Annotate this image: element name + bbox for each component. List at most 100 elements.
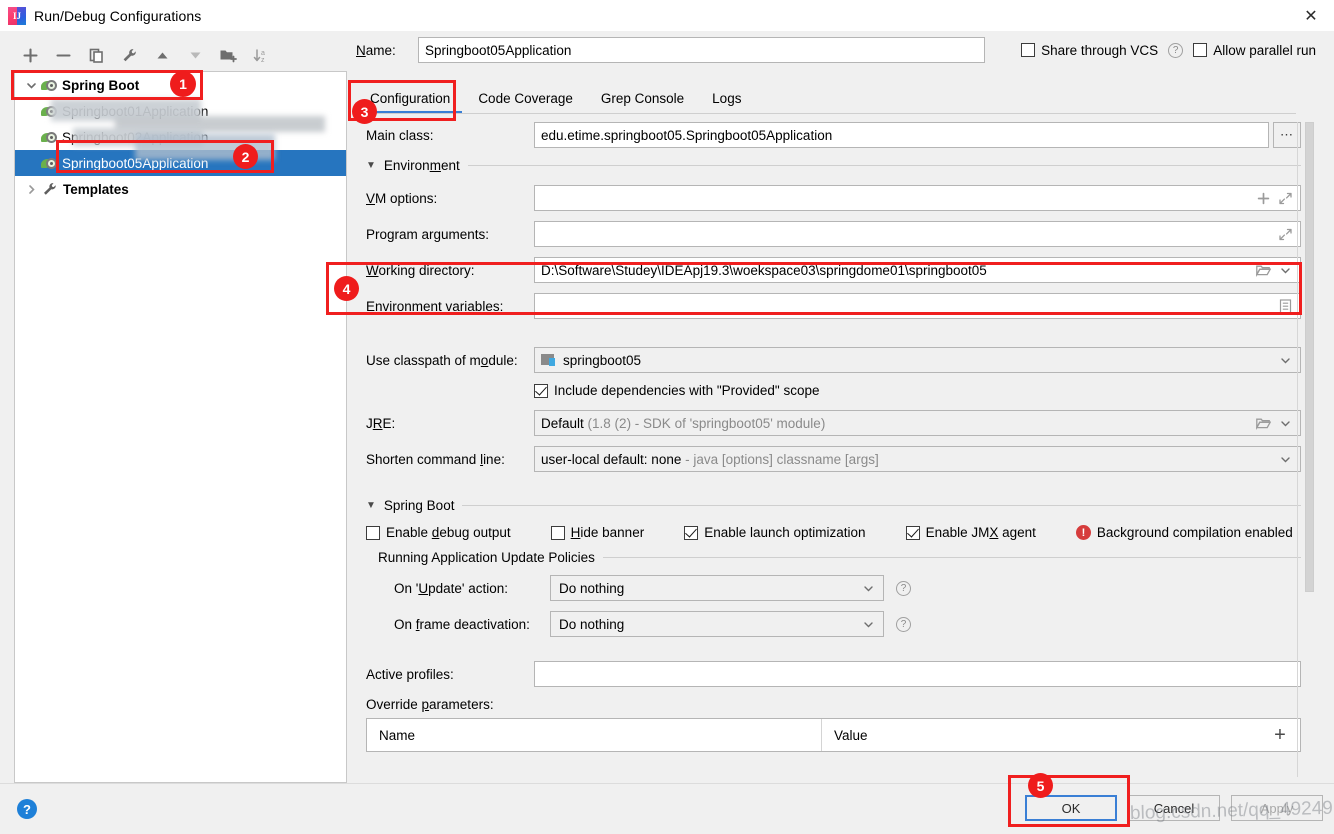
configurations-toolbar: a z	[14, 40, 344, 70]
svg-text:z: z	[261, 57, 265, 64]
name-input[interactable]: Springboot05Application	[418, 37, 985, 63]
copy-configuration-button[interactable]	[80, 41, 113, 69]
vm-options-input[interactable]	[534, 185, 1301, 211]
close-icon[interactable]: ✕	[1288, 0, 1334, 31]
allow-parallel-run-label: Allow parallel run	[1213, 42, 1316, 58]
hide-banner-checkbox[interactable]: Hide banner	[550, 525, 644, 540]
include-provided-checkbox[interactable]: Include dependencies with "Provided" sco…	[534, 383, 820, 398]
checkbox-box[interactable]	[1021, 43, 1036, 57]
tree-item-springboot02[interactable]: Springboot02Application	[15, 124, 346, 150]
tree-item-label: Templates	[63, 181, 129, 197]
section-divider	[467, 165, 1301, 166]
spring-boot-section-title: Spring Boot	[383, 498, 455, 513]
remove-configuration-button[interactable]	[47, 41, 80, 69]
working-directory-input[interactable]: D:\Software\Studey\IDEApj19.3\woekspace0…	[534, 257, 1301, 283]
folder-browse-icon[interactable]	[1252, 258, 1274, 282]
ok-button[interactable]: OK	[1025, 795, 1117, 821]
use-classpath-label: Use classpath of module:	[366, 352, 518, 368]
chevron-down-icon[interactable]	[21, 80, 41, 91]
move-down-button[interactable]	[179, 41, 212, 69]
shorten-command-line-combo[interactable]: user-local default: none - java [options…	[534, 446, 1301, 472]
override-col-header-value: Value	[834, 727, 868, 743]
active-profiles-input[interactable]	[534, 661, 1301, 687]
chevron-down-icon[interactable]	[857, 612, 879, 636]
enable-jmx-agent-label: Enable JMX agent	[925, 525, 1036, 540]
chevron-down-icon[interactable]	[1274, 447, 1296, 471]
checkbox-box[interactable]	[684, 525, 699, 540]
scrollbar-thumb[interactable]	[1305, 122, 1314, 592]
enable-jmx-agent-checkbox[interactable]: Enable JMX agent	[905, 525, 1036, 540]
edit-list-icon[interactable]	[1274, 294, 1296, 318]
tree-item-springboot05[interactable]: Springboot05Application	[15, 150, 346, 176]
chevron-right-icon[interactable]	[21, 184, 41, 195]
use-classpath-combo[interactable]: springboot05	[534, 347, 1301, 373]
expand-editor-icon[interactable]	[1274, 186, 1296, 210]
title-bar: IJ Run/Debug Configurations ✕	[0, 0, 1334, 31]
expand-editor-icon[interactable]	[1274, 222, 1296, 246]
enable-launch-optimization-checkbox[interactable]: Enable launch optimization	[684, 525, 866, 540]
environment-variables-input[interactable]	[534, 293, 1301, 319]
checkbox-box[interactable]	[550, 525, 565, 540]
working-directory-row: Working directory: D:\Software\Studey\ID…	[366, 257, 1301, 283]
new-folder-button[interactable]	[212, 41, 245, 69]
edit-templates-wrench-icon[interactable]	[113, 41, 146, 69]
environment-section-header[interactable]: ▼ Environment	[366, 158, 1301, 173]
configurations-tree[interactable]: Spring Boot Springboot01Application Spri…	[14, 71, 347, 783]
share-vcs-help-icon[interactable]: ?	[1168, 42, 1184, 58]
folder-browse-icon[interactable]	[1252, 411, 1274, 435]
allow-parallel-run-checkbox[interactable]: Allow parallel run	[1193, 43, 1316, 58]
main-class-row: Main class: edu.etime.springboot05.Sprin…	[366, 122, 1301, 148]
move-up-button[interactable]	[146, 41, 179, 69]
name-input-value: Springboot05Application	[425, 42, 572, 58]
update-policies-group: Running Application Update Policies On '…	[366, 550, 1301, 637]
jre-combo[interactable]: Default (1.8 (2) - SDK of 'springboot05'…	[534, 410, 1301, 436]
tab-code-coverage[interactable]: Code Coverage	[464, 84, 587, 114]
checkbox-box[interactable]	[366, 525, 380, 540]
environment-variables-label: Environment variables:	[366, 298, 504, 314]
checkbox-box[interactable]	[534, 383, 548, 398]
annotation-badge-4: 4	[334, 276, 359, 301]
enable-debug-output-checkbox[interactable]: Enable debug output	[366, 525, 511, 540]
caret-down-icon[interactable]: ▼	[366, 500, 376, 511]
spring-boot-section-header[interactable]: ▼ Spring Boot	[366, 498, 1301, 513]
on-update-help-icon[interactable]: ?	[896, 580, 911, 596]
chevron-down-icon[interactable]	[1274, 411, 1296, 435]
main-class-input[interactable]: edu.etime.springboot05.Springboot05Appli…	[534, 122, 1269, 148]
vm-options-label: VM options:	[366, 190, 438, 206]
add-parameter-button[interactable]: +	[1260, 719, 1300, 751]
warning-icon: !	[1075, 525, 1091, 540]
sort-alpha-icon[interactable]: a z	[245, 41, 278, 69]
tree-item-templates[interactable]: Templates	[15, 176, 346, 202]
caret-down-icon[interactable]: ▼	[366, 160, 376, 171]
override-col-header-name: Name	[367, 719, 822, 751]
on-frame-deactivation-help-icon[interactable]: ?	[896, 616, 911, 632]
window-title: Run/Debug Configurations	[34, 7, 202, 24]
program-arguments-input[interactable]	[534, 221, 1301, 247]
help-icon[interactable]: ?	[17, 799, 37, 819]
tree-item-label: Springboot05Application	[62, 155, 209, 171]
on-update-action-combo[interactable]: Do nothing	[550, 575, 884, 601]
active-profiles-label: Active profiles:	[366, 666, 454, 682]
tree-item-springboot01[interactable]: Springboot01Application	[15, 98, 346, 124]
tab-grep-console[interactable]: Grep Console	[587, 84, 698, 114]
override-parameters-table[interactable]: Name Value +	[366, 718, 1301, 752]
use-classpath-row: Use classpath of module: springboot05	[366, 347, 1301, 373]
share-through-vcs-checkbox[interactable]: Share through VCS	[1021, 43, 1158, 58]
on-update-action-label: On 'Update' action:	[394, 580, 508, 596]
working-directory-value: D:\Software\Studey\IDEApj19.3\woekspace0…	[541, 262, 987, 278]
form-scrollbar[interactable]	[1304, 122, 1315, 777]
configuration-form: Main class: edu.etime.springboot05.Sprin…	[366, 122, 1301, 777]
chevron-down-icon[interactable]	[1274, 258, 1296, 282]
main-class-label: Main class:	[366, 127, 434, 143]
add-configuration-button[interactable]	[14, 41, 47, 69]
checkbox-box[interactable]	[905, 525, 920, 540]
chevron-down-icon[interactable]	[857, 576, 879, 600]
add-macro-icon[interactable]	[1252, 186, 1274, 210]
scroll-track-line	[1297, 122, 1298, 777]
environment-section-title: Environment	[383, 158, 460, 173]
on-frame-deactivation-combo[interactable]: Do nothing	[550, 611, 884, 637]
tab-logs[interactable]: Logs	[698, 84, 755, 114]
chevron-down-icon[interactable]	[1274, 348, 1296, 372]
checkbox-box[interactable]	[1193, 43, 1208, 57]
environment-variables-row: Environment variables:	[366, 293, 1301, 319]
